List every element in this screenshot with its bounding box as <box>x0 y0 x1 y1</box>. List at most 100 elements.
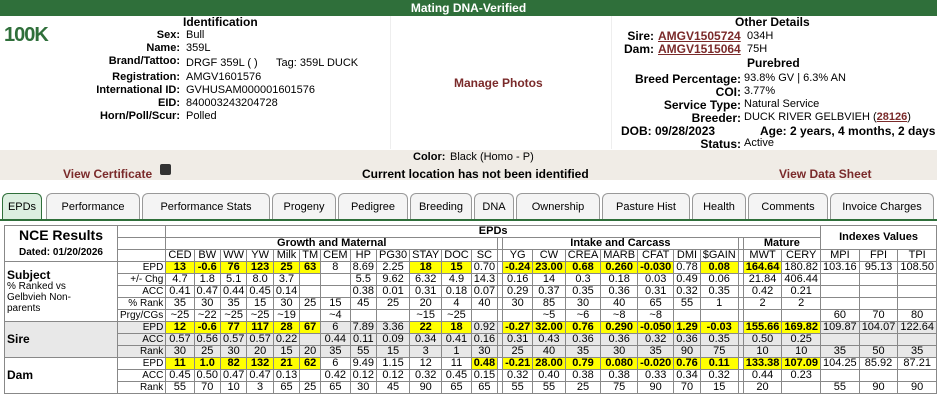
subject-prgy-cell <box>699 309 739 322</box>
color-label: Color: <box>413 151 446 163</box>
dam-index-cell: 85.92 <box>858 357 899 370</box>
sire-epd-cell: 6 <box>320 321 351 334</box>
col-hp: HP <box>349 249 378 262</box>
subject-epd-cell: 0.68 <box>564 261 602 274</box>
sire-rank-cell: 35 <box>320 345 351 358</box>
manage-photos-link[interactable]: Manage Photos <box>454 76 543 90</box>
sire-rank-cell: 35 <box>564 345 602 358</box>
sire-rank-cell: 10 <box>742 345 783 358</box>
dam-acc-cell: 0.32 <box>409 369 443 382</box>
subject-index-rank: 80 <box>897 309 937 322</box>
subject-index-empty <box>897 285 937 298</box>
tab-breeding[interactable]: Breeding <box>410 193 472 219</box>
tab-progeny[interactable]: Progeny <box>272 193 336 219</box>
dam-epd-cell: -0.21 <box>502 357 534 370</box>
tab-pasture-hist[interactable]: Pasture Hist <box>602 193 690 219</box>
brand-label: Brand/Tattoo: <box>108 55 180 67</box>
tab-invoice-charges[interactable]: Invoice Charges <box>830 193 934 219</box>
sire-epd-cell: 0.76 <box>564 321 602 334</box>
subject-index-empty <box>858 297 899 310</box>
breeder-link[interactable]: 28126 <box>877 111 908 123</box>
dam-rank-cell: 90 <box>409 381 443 394</box>
dam-epd-cell: 62 <box>299 357 322 370</box>
subject-sublabel: EPD <box>116 261 167 274</box>
eid-value: 840003243204728 <box>186 97 278 109</box>
sire-index-rank: 35 <box>897 345 937 358</box>
subject-rank-cell: 65 <box>637 297 675 310</box>
sire-acc-cell: 0.36 <box>564 333 602 346</box>
dam-index-empty <box>858 369 899 382</box>
epds-header: EPDs <box>165 225 822 238</box>
tab-performance[interactable]: Performance <box>46 193 140 219</box>
tab-dna[interactable]: DNA <box>474 193 514 219</box>
sire-rank-cell: 1 <box>441 345 472 358</box>
subject-label: Subject% Ranked vs Gelbvieh Non-parents <box>4 261 118 322</box>
tab-epds[interactable]: EPDs <box>2 193 42 219</box>
subject-name: Subject <box>7 267 51 282</box>
subject-index-empty <box>858 273 899 286</box>
col-marb: MARB <box>600 249 639 262</box>
tab-health[interactable]: Health <box>692 193 746 219</box>
tab-comments[interactable]: Comments <box>748 193 828 219</box>
dam-index-cell: 104.25 <box>820 357 860 370</box>
subject-prgy-cell: ~22 <box>193 309 221 322</box>
subject-chg-cell: 1.8 <box>193 273 221 286</box>
tab-performance-stats[interactable]: Performance Stats <box>142 193 270 219</box>
subject-acc-cell: 0.35 <box>699 285 739 298</box>
col-yw: YW <box>246 249 274 262</box>
subject-epd-cell: 15 <box>441 261 472 274</box>
subject-rank-cell: 30 <box>193 297 221 310</box>
view-data-sheet-link[interactable]: View Data Sheet <box>779 167 871 181</box>
subject-index-cell: 95.13 <box>858 261 899 274</box>
color-value: Black (Homo - P) <box>450 151 534 163</box>
subject-epd-cell: 13 <box>165 261 195 274</box>
breed-pct-label: Breed Percentage: <box>634 72 741 86</box>
status-value: Active <box>744 137 774 149</box>
dam-acc-cell: 0.23 <box>781 369 822 382</box>
sire-rank-cell: 30 <box>165 345 195 358</box>
dam-rank-cell: 20 <box>742 381 783 394</box>
identification-title: Identification <box>183 15 258 29</box>
tab-pedigree[interactable]: Pedigree <box>338 193 408 219</box>
sire-index-empty <box>820 333 860 346</box>
service-label: Service Type: <box>663 98 741 112</box>
sire-label: Sire: <box>627 29 654 43</box>
sire-acc-cell: 0.25 <box>781 333 822 346</box>
dam-acc-cell: 0.33 <box>637 369 675 382</box>
sire-rank-cell: 40 <box>532 345 566 358</box>
dam-rank-cell: 65 <box>470 381 499 394</box>
subject-rank-cell: 2 <box>781 297 822 310</box>
sire-epd-cell: 77 <box>219 321 248 334</box>
subject-rank-cell: 15 <box>246 297 274 310</box>
dam-link[interactable]: AMGV1515064 <box>658 42 741 56</box>
sire-link[interactable]: AMGV1505724 <box>658 29 741 43</box>
subject-prgy-cell: ~4 <box>320 309 351 322</box>
sire-acc-cell: 0.16 <box>470 333 499 346</box>
brand-value: DRGF 359L ( ) <box>186 57 258 69</box>
subject-chg-cell: 0.16 <box>502 273 534 286</box>
breeder-end: ) <box>907 111 911 123</box>
col-ced: CED <box>165 249 195 262</box>
sire-epd-cell: -0.03 <box>699 321 739 334</box>
tab-ownership[interactable]: Ownership <box>516 193 600 219</box>
subject-acc-cell: 0.47 <box>193 285 221 298</box>
print-icon[interactable] <box>160 164 171 175</box>
subject-index-empty <box>820 297 860 310</box>
intake-header: Intake and Carcass <box>502 237 739 250</box>
subject-epd-cell: 0.78 <box>673 261 701 274</box>
dob: DOB: 09/28/2023 <box>621 124 716 138</box>
view-certificate-link[interactable]: View Certificate <box>63 167 152 181</box>
dam-epd-cell: 6 <box>320 357 351 370</box>
sire-acc-cell: 0.50 <box>742 333 783 346</box>
dam-acc-cell: 0.13 <box>272 369 301 382</box>
subject-prgy-cell: ~19 <box>272 309 301 322</box>
subject-rank-cell: 20 <box>409 297 443 310</box>
subject-acc-cell: 0.29 <box>502 285 534 298</box>
dam-label: Dam <box>4 357 118 394</box>
dam-name: Dam <box>7 368 34 382</box>
sire-rank-cell: 25 <box>502 345 534 358</box>
dam-epd-cell: 1.15 <box>375 357 411 370</box>
dam-empty <box>781 381 822 394</box>
sire-rank-cell: 30 <box>470 345 499 358</box>
dam-index-rank: 90 <box>897 381 937 394</box>
